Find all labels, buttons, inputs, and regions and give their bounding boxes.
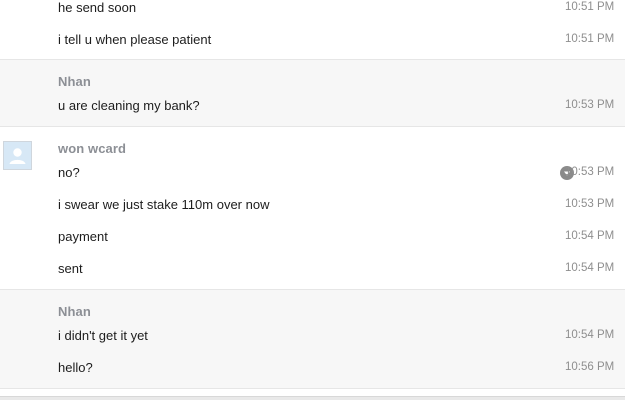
message-timestamp: 10:54 PM [565,230,615,242]
message-group: Nhan i didn't get it yet 10:54 PM hello?… [0,290,625,389]
message-text[interactable]: i didn't get it yet [58,328,148,343]
message-text[interactable]: i tell u when please patient [58,32,211,47]
message-timestamp: 10:51 PM [565,33,615,45]
message-text[interactable]: i swear we just stake 110m over now [58,197,269,212]
message-timestamp: 10:54 PM [565,262,615,274]
message-text[interactable]: sent [58,261,83,276]
message-group: he send soon 10:51 PM i tell u when plea… [0,0,625,60]
sender-name[interactable]: won wcard [58,141,126,156]
default-user-avatar-icon [4,142,31,169]
message-timestamp: 10:53 PM [565,99,615,111]
sender-name[interactable]: Nhan [58,304,91,319]
chat-transcript: he send soon 10:51 PM i tell u when plea… [0,0,625,400]
message-timestamp: 10:51 PM [565,1,615,13]
message-text[interactable]: payment [58,229,108,244]
message-text[interactable]: he send soon [58,0,136,15]
message-text[interactable]: u are cleaning my bank? [58,98,200,113]
message-timestamp: 10:56 PM [565,361,615,373]
composer-divider [0,396,625,400]
sender-name[interactable]: Nhan [58,74,91,89]
message-timestamp: 10:53 PM [565,166,615,178]
message-text[interactable]: hello? [58,360,93,375]
avatar[interactable] [3,141,32,170]
message-timestamp: 10:53 PM [565,198,615,210]
message-group: won wcard no? 10:53 PM i swear we just s… [0,127,625,290]
message-group: Nhan u are cleaning my bank? 10:53 PM [0,60,625,127]
message-text[interactable]: no? [58,165,80,180]
message-timestamp: 10:54 PM [565,329,615,341]
